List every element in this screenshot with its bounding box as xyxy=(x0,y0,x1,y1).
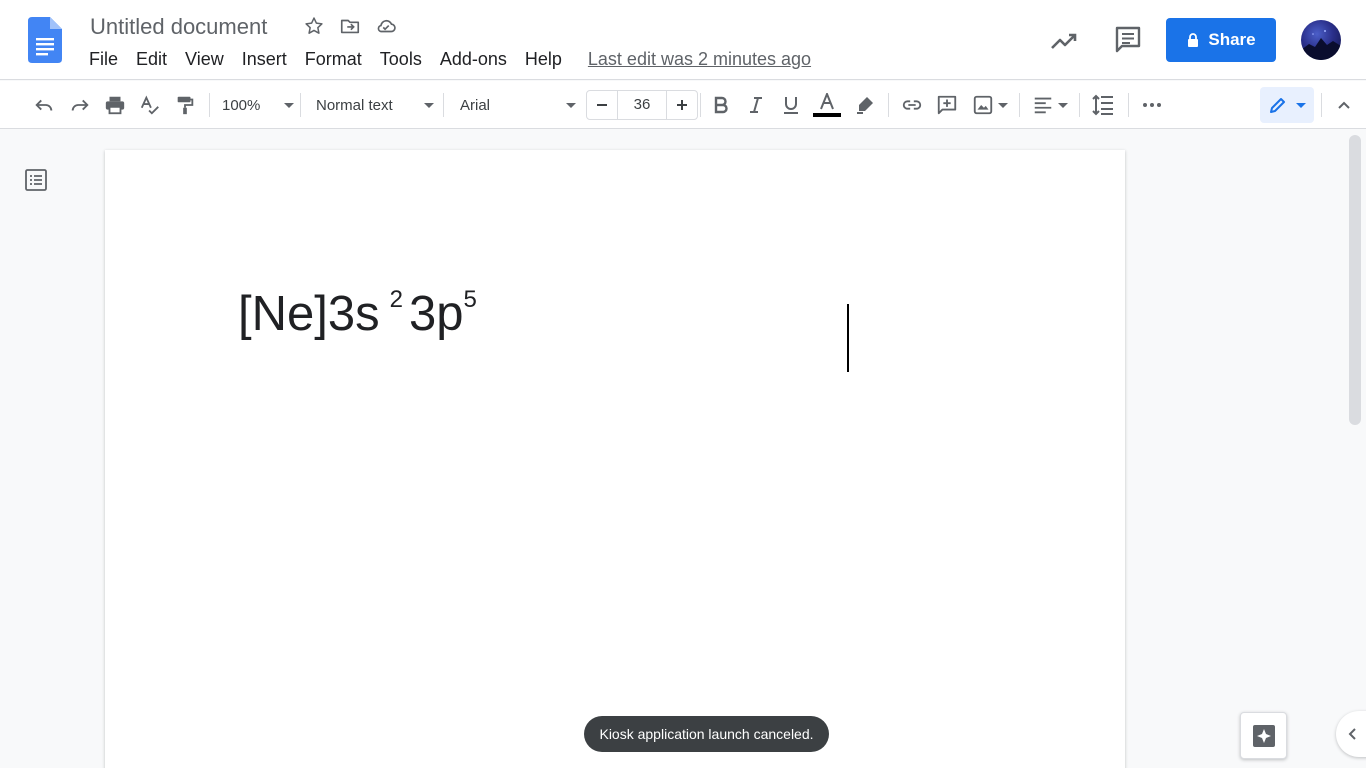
line-spacing-icon[interactable] xyxy=(1089,91,1117,119)
share-label: Share xyxy=(1208,30,1256,49)
increase-font-size-button[interactable] xyxy=(667,91,697,119)
avatar[interactable] xyxy=(1301,20,1341,60)
align-icon[interactable] xyxy=(1030,91,1070,119)
last-edit-link[interactable]: Last edit was 2 minutes ago xyxy=(588,49,811,70)
menu-view[interactable]: View xyxy=(176,47,233,72)
more-icon[interactable] xyxy=(1138,91,1166,119)
insert-image-icon[interactable] xyxy=(968,91,1012,119)
zoom-value: 100% xyxy=(222,96,261,114)
text-segment: 3p xyxy=(408,287,464,341)
superscript: 5 xyxy=(463,285,477,313)
font-family-value: Arial xyxy=(460,96,491,114)
italic-icon[interactable] xyxy=(742,91,770,119)
chevron-down-icon xyxy=(1058,102,1068,108)
activity-trend-icon[interactable] xyxy=(1050,18,1078,67)
paint-format-icon[interactable] xyxy=(171,91,199,119)
toast-message: Kiosk application launch canceled. xyxy=(599,726,814,742)
superscript: 2 xyxy=(389,285,403,313)
cloud-status-icon[interactable] xyxy=(374,14,398,38)
share-button[interactable]: Share xyxy=(1166,18,1276,62)
bold-icon[interactable] xyxy=(707,91,735,119)
undo-icon[interactable] xyxy=(30,91,58,119)
font-family-select[interactable]: Arial xyxy=(460,91,576,119)
vertical-scrollbar[interactable] xyxy=(1349,135,1361,425)
app-header: Untitled document File Edit View Insert … xyxy=(0,0,1366,80)
menu-bar: File Edit View Insert Format Tools Add-o… xyxy=(80,47,811,72)
highlight-icon[interactable] xyxy=(851,91,879,119)
explore-button[interactable] xyxy=(1240,712,1287,759)
text-cursor xyxy=(847,304,849,372)
menu-format[interactable]: Format xyxy=(296,47,371,72)
chevron-down-icon xyxy=(998,102,1008,108)
menu-help[interactable]: Help xyxy=(516,47,571,72)
chevron-down-icon xyxy=(1296,102,1306,108)
move-to-folder-icon[interactable] xyxy=(338,14,362,38)
menu-addons[interactable]: Add-ons xyxy=(431,47,516,72)
chevron-down-icon xyxy=(424,102,434,108)
side-panel-toggle[interactable] xyxy=(1336,711,1366,757)
font-size-input[interactable]: 36 xyxy=(617,91,667,119)
collapse-icon[interactable] xyxy=(1331,91,1357,119)
document-outline-icon[interactable] xyxy=(24,168,48,192)
docs-logo-icon[interactable] xyxy=(28,17,62,63)
formatting-toolbar: 100% Normal text Arial 36 xyxy=(0,81,1366,129)
zoom-select[interactable]: 100% xyxy=(222,91,294,119)
menu-file[interactable]: File xyxy=(80,47,127,72)
star-icon[interactable] xyxy=(302,14,326,38)
spellcheck-icon[interactable] xyxy=(136,91,164,119)
document-title[interactable]: Untitled document xyxy=(90,14,267,40)
menu-edit[interactable]: Edit xyxy=(127,47,176,72)
chevron-down-icon xyxy=(566,102,576,108)
explore-sparkle-icon xyxy=(1252,724,1275,747)
add-comment-icon[interactable] xyxy=(933,91,961,119)
underline-icon[interactable] xyxy=(777,91,805,119)
font-size-control: 36 xyxy=(586,90,698,120)
document-body-text[interactable]: [Ne]3s 2 3p5 xyxy=(238,286,477,342)
text-color-icon[interactable] xyxy=(813,91,841,119)
paragraph-style-select[interactable]: Normal text xyxy=(316,91,434,119)
text-segment: [Ne]3s xyxy=(238,287,380,341)
document-page[interactable]: [Ne]3s 2 3p5 xyxy=(105,150,1125,768)
link-icon[interactable] xyxy=(898,91,926,119)
toast-notification: Kiosk application launch canceled. xyxy=(584,716,829,752)
chevron-down-icon xyxy=(284,102,294,108)
pencil-icon xyxy=(1270,98,1285,113)
menu-insert[interactable]: Insert xyxy=(233,47,296,72)
comments-icon[interactable] xyxy=(1114,18,1142,67)
paragraph-style-value: Normal text xyxy=(316,96,393,114)
menu-tools[interactable]: Tools xyxy=(371,47,431,72)
print-icon[interactable] xyxy=(101,91,129,119)
lock-icon xyxy=(1188,33,1199,47)
chevron-left-icon xyxy=(1348,728,1356,740)
text-color-swatch xyxy=(813,113,841,117)
editing-mode-button[interactable] xyxy=(1260,87,1314,123)
redo-icon[interactable] xyxy=(66,91,94,119)
decrease-font-size-button[interactable] xyxy=(587,91,617,119)
